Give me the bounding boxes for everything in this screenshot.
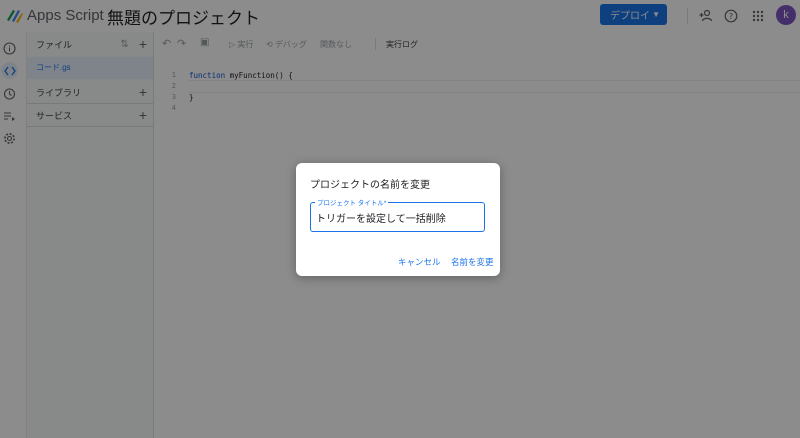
project-title-input[interactable] bbox=[316, 212, 481, 223]
cancel-button[interactable]: キャンセル bbox=[398, 256, 441, 268]
rename-button[interactable]: 名前を変更 bbox=[451, 256, 494, 268]
project-title-field-label: プロジェクト タイトル* bbox=[315, 197, 389, 207]
dialog-title: プロジェクトの名前を変更 bbox=[310, 180, 430, 191]
